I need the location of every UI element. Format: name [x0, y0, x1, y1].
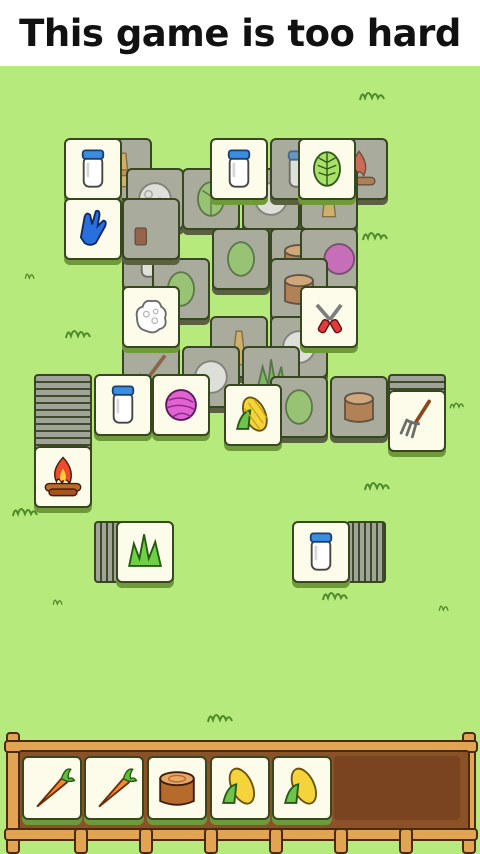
cabbage-icon	[227, 241, 255, 277]
fence-post	[334, 828, 348, 854]
tray-slot	[22, 756, 82, 820]
tray-slot	[272, 756, 332, 820]
tile-stack-lower-right	[346, 521, 386, 583]
tray-slot	[84, 756, 144, 820]
grass-tuft-icon	[436, 598, 456, 614]
tile-blocked	[330, 376, 388, 438]
yarn-icon	[165, 389, 197, 421]
milk-jar-icon	[227, 149, 251, 188]
fence-post	[204, 828, 218, 854]
shears-icon	[315, 303, 343, 334]
corn-icon	[222, 767, 255, 805]
fence-post	[74, 828, 88, 854]
tile-blocked	[212, 228, 270, 290]
grass-tuft-icon	[320, 586, 350, 602]
corn-icon	[284, 767, 317, 805]
grass-tuft-icon	[362, 476, 392, 492]
glove-icon	[79, 209, 107, 246]
tray-slot	[147, 756, 207, 820]
firewood-icon	[134, 227, 148, 246]
tray-slot	[210, 756, 270, 820]
fence-post	[139, 828, 153, 854]
corn-icon	[236, 396, 268, 432]
grass-tuft-icon	[22, 266, 42, 282]
firewood-icon	[44, 456, 82, 497]
collection-tray	[4, 732, 478, 854]
tile[interactable]	[122, 286, 180, 348]
grass-icon	[128, 534, 162, 567]
tile[interactable]	[34, 446, 92, 508]
stump-icon	[159, 771, 195, 806]
grass-tuft-icon	[360, 226, 390, 242]
tile[interactable]	[224, 384, 282, 446]
tile[interactable]	[64, 138, 122, 200]
fence-post	[269, 828, 283, 854]
stump-icon	[344, 392, 374, 423]
tile[interactable]	[388, 390, 446, 452]
tile[interactable]	[210, 138, 268, 200]
grass-tuft-icon	[205, 708, 235, 724]
fence-post	[399, 828, 413, 854]
tile-blocked	[122, 198, 180, 260]
milk-jar-icon	[81, 149, 105, 188]
tile[interactable]	[292, 521, 350, 583]
milk-jar-icon	[111, 385, 135, 424]
tile[interactable]	[300, 286, 358, 348]
tile[interactable]	[298, 138, 356, 200]
tile-stack-left	[34, 374, 92, 454]
tile[interactable]	[116, 521, 174, 583]
tile[interactable]	[64, 198, 122, 260]
grass-tuft-icon	[63, 324, 93, 340]
tile[interactable]	[94, 374, 152, 436]
grass-tuft-icon	[448, 396, 470, 412]
grass-tuft-icon	[357, 86, 387, 102]
cabbage-icon	[313, 151, 341, 187]
tile[interactable]	[152, 374, 210, 436]
milk-jar-icon	[309, 532, 333, 571]
wool-icon	[135, 299, 167, 334]
caption-bar: This game is too hard	[0, 0, 480, 66]
carrot-icon	[36, 768, 76, 808]
pitchfork-icon	[399, 399, 431, 439]
tray-empty-area	[334, 756, 460, 820]
caption-title: This game is too hard	[19, 11, 461, 55]
grass-tuft-icon	[50, 592, 70, 608]
carrot-icon	[98, 768, 138, 808]
